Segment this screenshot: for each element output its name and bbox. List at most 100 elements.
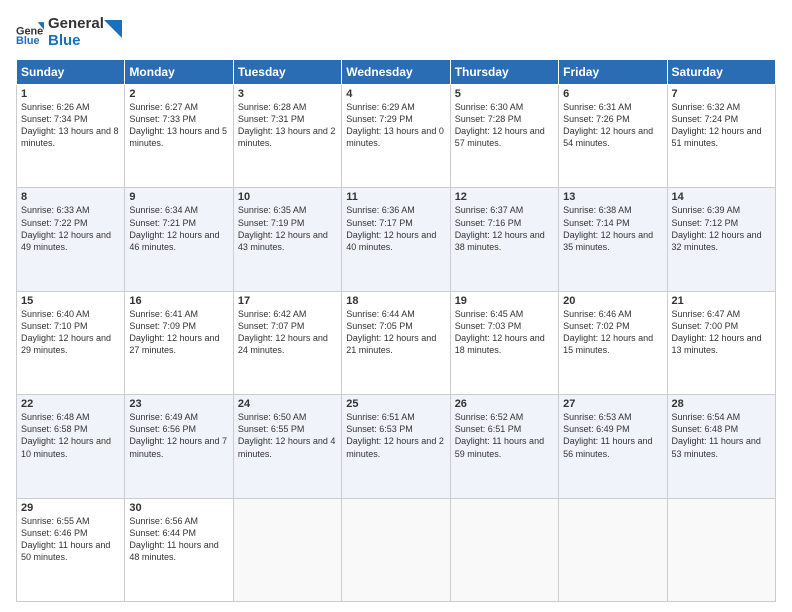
calendar-cell: 8 Sunrise: 6:33 AMSunset: 7:22 PMDayligh… xyxy=(17,188,125,291)
calendar-cell xyxy=(342,498,450,601)
calendar-cell: 28 Sunrise: 6:54 AMSunset: 6:48 PMDaylig… xyxy=(667,395,775,498)
day-number: 5 xyxy=(455,88,554,100)
calendar-table: SundayMondayTuesdayWednesdayThursdayFrid… xyxy=(16,59,776,602)
day-header-thursday: Thursday xyxy=(450,60,558,85)
day-number: 12 xyxy=(455,191,554,203)
day-header-wednesday: Wednesday xyxy=(342,60,450,85)
calendar-cell: 24 Sunrise: 6:50 AMSunset: 6:55 PMDaylig… xyxy=(233,395,341,498)
calendar-week-row: 29 Sunrise: 6:55 AMSunset: 6:46 PMDaylig… xyxy=(17,498,776,601)
calendar-cell: 9 Sunrise: 6:34 AMSunset: 7:21 PMDayligh… xyxy=(125,188,233,291)
calendar-cell: 19 Sunrise: 6:45 AMSunset: 7:03 PMDaylig… xyxy=(450,291,558,394)
calendar-cell: 20 Sunrise: 6:46 AMSunset: 7:02 PMDaylig… xyxy=(559,291,667,394)
day-detail: Sunrise: 6:42 AMSunset: 7:07 PMDaylight:… xyxy=(238,309,328,355)
day-number: 10 xyxy=(238,191,337,203)
calendar-cell: 12 Sunrise: 6:37 AMSunset: 7:16 PMDaylig… xyxy=(450,188,558,291)
day-detail: Sunrise: 6:28 AMSunset: 7:31 PMDaylight:… xyxy=(238,102,336,148)
calendar-cell: 18 Sunrise: 6:44 AMSunset: 7:05 PMDaylig… xyxy=(342,291,450,394)
day-detail: Sunrise: 6:31 AMSunset: 7:26 PMDaylight:… xyxy=(563,102,653,148)
calendar-cell: 17 Sunrise: 6:42 AMSunset: 7:07 PMDaylig… xyxy=(233,291,341,394)
day-number: 20 xyxy=(563,295,662,307)
calendar-cell: 10 Sunrise: 6:35 AMSunset: 7:19 PMDaylig… xyxy=(233,188,341,291)
day-detail: Sunrise: 6:40 AMSunset: 7:10 PMDaylight:… xyxy=(21,309,111,355)
calendar-cell: 26 Sunrise: 6:52 AMSunset: 6:51 PMDaylig… xyxy=(450,395,558,498)
day-number: 29 xyxy=(21,502,120,514)
calendar-cell: 22 Sunrise: 6:48 AMSunset: 6:58 PMDaylig… xyxy=(17,395,125,498)
day-detail: Sunrise: 6:33 AMSunset: 7:22 PMDaylight:… xyxy=(21,205,111,251)
calendar-cell: 1 Sunrise: 6:26 AMSunset: 7:34 PMDayligh… xyxy=(17,85,125,188)
calendar-cell: 27 Sunrise: 6:53 AMSunset: 6:49 PMDaylig… xyxy=(559,395,667,498)
day-detail: Sunrise: 6:39 AMSunset: 7:12 PMDaylight:… xyxy=(672,205,762,251)
day-number: 14 xyxy=(672,191,771,203)
calendar-cell: 23 Sunrise: 6:49 AMSunset: 6:56 PMDaylig… xyxy=(125,395,233,498)
calendar-week-row: 1 Sunrise: 6:26 AMSunset: 7:34 PMDayligh… xyxy=(17,85,776,188)
calendar-week-row: 15 Sunrise: 6:40 AMSunset: 7:10 PMDaylig… xyxy=(17,291,776,394)
logo-text-blue: Blue xyxy=(48,33,104,50)
day-detail: Sunrise: 6:46 AMSunset: 7:02 PMDaylight:… xyxy=(563,309,653,355)
day-detail: Sunrise: 6:29 AMSunset: 7:29 PMDaylight:… xyxy=(346,102,444,148)
day-number: 22 xyxy=(21,398,120,410)
calendar-body: 1 Sunrise: 6:26 AMSunset: 7:34 PMDayligh… xyxy=(17,85,776,602)
page-header: General Blue General Blue xyxy=(16,16,776,49)
calendar-cell: 11 Sunrise: 6:36 AMSunset: 7:17 PMDaylig… xyxy=(342,188,450,291)
day-detail: Sunrise: 6:49 AMSunset: 6:56 PMDaylight:… xyxy=(129,412,227,458)
day-number: 23 xyxy=(129,398,228,410)
day-detail: Sunrise: 6:48 AMSunset: 6:58 PMDaylight:… xyxy=(21,412,111,458)
calendar-cell: 25 Sunrise: 6:51 AMSunset: 6:53 PMDaylig… xyxy=(342,395,450,498)
day-number: 3 xyxy=(238,88,337,100)
day-header-monday: Monday xyxy=(125,60,233,85)
day-detail: Sunrise: 6:34 AMSunset: 7:21 PMDaylight:… xyxy=(129,205,219,251)
day-number: 4 xyxy=(346,88,445,100)
day-number: 30 xyxy=(129,502,228,514)
day-number: 11 xyxy=(346,191,445,203)
calendar-week-row: 8 Sunrise: 6:33 AMSunset: 7:22 PMDayligh… xyxy=(17,188,776,291)
day-number: 13 xyxy=(563,191,662,203)
day-header-friday: Friday xyxy=(559,60,667,85)
day-number: 25 xyxy=(346,398,445,410)
day-number: 27 xyxy=(563,398,662,410)
day-number: 16 xyxy=(129,295,228,307)
day-detail: Sunrise: 6:47 AMSunset: 7:00 PMDaylight:… xyxy=(672,309,762,355)
day-detail: Sunrise: 6:35 AMSunset: 7:19 PMDaylight:… xyxy=(238,205,328,251)
day-detail: Sunrise: 6:53 AMSunset: 6:49 PMDaylight:… xyxy=(563,412,652,458)
calendar-cell: 3 Sunrise: 6:28 AMSunset: 7:31 PMDayligh… xyxy=(233,85,341,188)
day-number: 2 xyxy=(129,88,228,100)
day-detail: Sunrise: 6:56 AMSunset: 6:44 PMDaylight:… xyxy=(129,516,218,562)
calendar-cell xyxy=(233,498,341,601)
day-detail: Sunrise: 6:44 AMSunset: 7:05 PMDaylight:… xyxy=(346,309,436,355)
calendar-week-row: 22 Sunrise: 6:48 AMSunset: 6:58 PMDaylig… xyxy=(17,395,776,498)
day-detail: Sunrise: 6:54 AMSunset: 6:48 PMDaylight:… xyxy=(672,412,761,458)
day-detail: Sunrise: 6:26 AMSunset: 7:34 PMDaylight:… xyxy=(21,102,119,148)
day-number: 24 xyxy=(238,398,337,410)
day-number: 1 xyxy=(21,88,120,100)
day-header-tuesday: Tuesday xyxy=(233,60,341,85)
day-detail: Sunrise: 6:50 AMSunset: 6:55 PMDaylight:… xyxy=(238,412,336,458)
day-detail: Sunrise: 6:27 AMSunset: 7:33 PMDaylight:… xyxy=(129,102,227,148)
day-number: 21 xyxy=(672,295,771,307)
calendar-cell: 5 Sunrise: 6:30 AMSunset: 7:28 PMDayligh… xyxy=(450,85,558,188)
calendar-cell xyxy=(559,498,667,601)
day-number: 18 xyxy=(346,295,445,307)
day-detail: Sunrise: 6:38 AMSunset: 7:14 PMDaylight:… xyxy=(563,205,653,251)
day-header-saturday: Saturday xyxy=(667,60,775,85)
day-header-sunday: Sunday xyxy=(17,60,125,85)
calendar-cell: 7 Sunrise: 6:32 AMSunset: 7:24 PMDayligh… xyxy=(667,85,775,188)
day-number: 8 xyxy=(21,191,120,203)
calendar-cell: 15 Sunrise: 6:40 AMSunset: 7:10 PMDaylig… xyxy=(17,291,125,394)
calendar-cell: 2 Sunrise: 6:27 AMSunset: 7:33 PMDayligh… xyxy=(125,85,233,188)
logo-icon: General Blue xyxy=(16,19,44,47)
day-number: 7 xyxy=(672,88,771,100)
logo-text-general: General xyxy=(48,16,104,33)
calendar-cell: 29 Sunrise: 6:55 AMSunset: 6:46 PMDaylig… xyxy=(17,498,125,601)
day-detail: Sunrise: 6:30 AMSunset: 7:28 PMDaylight:… xyxy=(455,102,545,148)
logo: General Blue General Blue xyxy=(16,16,122,49)
calendar-cell xyxy=(667,498,775,601)
day-detail: Sunrise: 6:51 AMSunset: 6:53 PMDaylight:… xyxy=(346,412,444,458)
svg-text:Blue: Blue xyxy=(16,34,40,46)
day-number: 9 xyxy=(129,191,228,203)
calendar-header-row: SundayMondayTuesdayWednesdayThursdayFrid… xyxy=(17,60,776,85)
day-detail: Sunrise: 6:55 AMSunset: 6:46 PMDaylight:… xyxy=(21,516,110,562)
day-detail: Sunrise: 6:37 AMSunset: 7:16 PMDaylight:… xyxy=(455,205,545,251)
day-detail: Sunrise: 6:45 AMSunset: 7:03 PMDaylight:… xyxy=(455,309,545,355)
day-number: 6 xyxy=(563,88,662,100)
calendar-cell: 30 Sunrise: 6:56 AMSunset: 6:44 PMDaylig… xyxy=(125,498,233,601)
